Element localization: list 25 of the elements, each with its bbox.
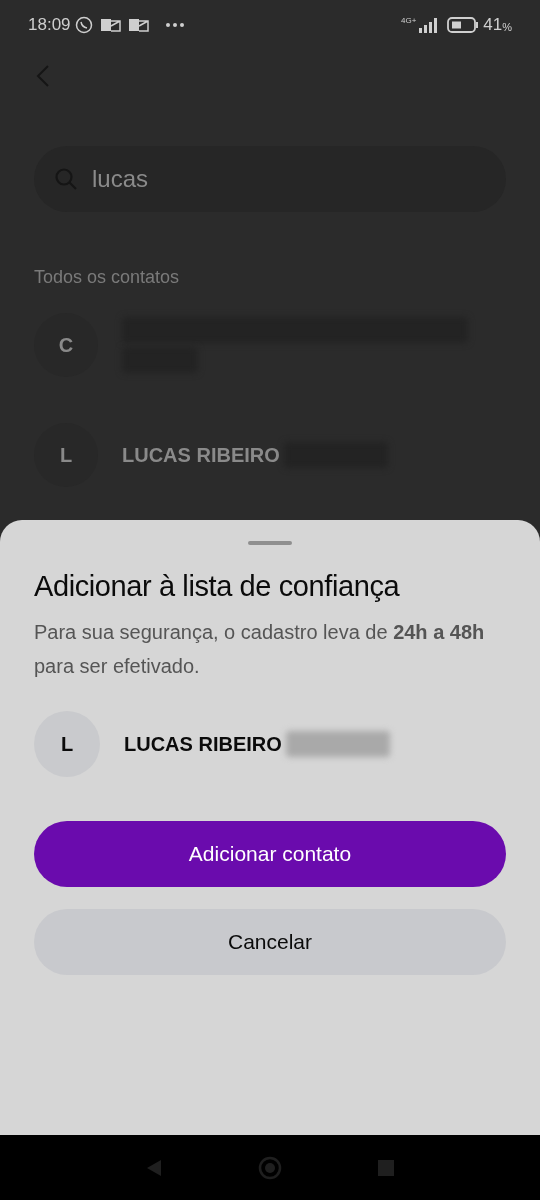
sheet-message: Para sua segurança, o cadastro leva de 24h a 48h para ser efetivado.: [34, 619, 486, 679]
recents-nav-icon[interactable]: [378, 1159, 394, 1176]
status-time: 18:09: [28, 14, 71, 37]
signal-icon: [417, 17, 440, 33]
home-nav-icon[interactable]: [258, 1155, 282, 1180]
contact-avatar: L: [34, 710, 100, 777]
contact-name: LUCAS RIBEIRO: [122, 443, 280, 468]
network-label: 4G+: [400, 15, 417, 27]
more-icon: [164, 22, 185, 28]
contact-avatar: L: [34, 423, 98, 487]
add-contact-button[interactable]: Adicionar contato: [34, 820, 506, 887]
cancel-button[interactable]: Cancelar: [34, 908, 506, 975]
chat-icon: [74, 16, 93, 34]
contact-avatar: C: [34, 313, 98, 377]
notification-icon: [128, 18, 149, 32]
back-nav-icon[interactable]: [146, 1158, 162, 1177]
sheet-title: Adicionar à lista de confiança: [34, 569, 401, 604]
search-field[interactable]: lucas: [34, 146, 506, 212]
battery-icon: [447, 17, 480, 33]
section-title: Todos os contatos: [33, 266, 181, 289]
drag-handle[interactable]: [248, 541, 292, 545]
battery-percent: 41: [483, 14, 503, 37]
percent-sign: %: [502, 20, 512, 35]
contact-name: LUCAS RIBEIRO: [124, 731, 282, 757]
notification-icon: [100, 18, 121, 32]
